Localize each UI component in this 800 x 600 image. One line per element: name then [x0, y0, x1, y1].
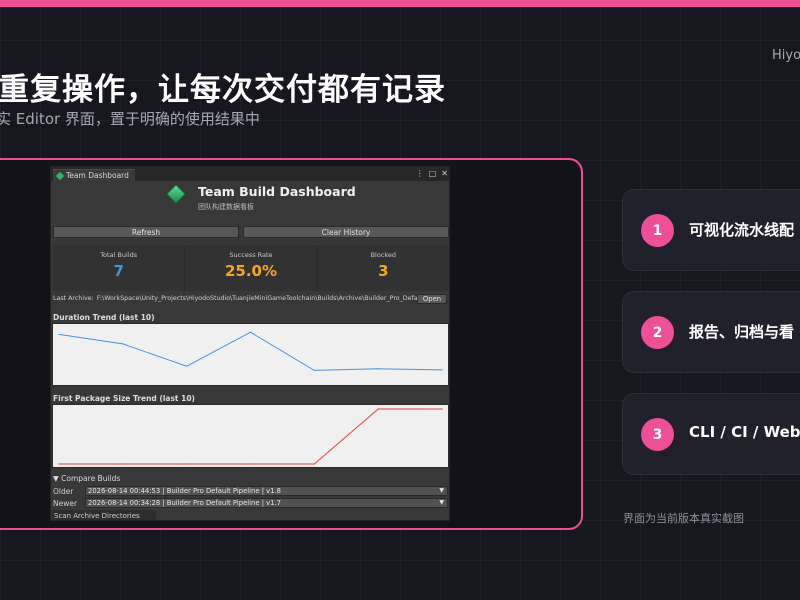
trend-point	[377, 368, 379, 370]
trend-point	[186, 463, 188, 465]
stat-blocked: Blocked 3	[318, 245, 449, 291]
stat-label: Success Rate	[229, 251, 273, 259]
feature-card-1: 1 可视化流水线配	[622, 189, 800, 271]
chevron-down-icon: ▼	[439, 487, 444, 494]
trend-point	[58, 463, 60, 465]
brand-label: Hiyo	[772, 48, 800, 63]
older-label: Older	[53, 487, 74, 496]
older-build-dropdown[interactable]: 2026-08-14 00:44:53 | Builder Pro Defaul…	[85, 486, 448, 496]
dashboard-logo-icon	[166, 184, 186, 204]
newer-build-dropdown[interactable]: 2026-08-14 00:34:28 | Builder Pro Defaul…	[85, 498, 448, 508]
stat-label: Total Builds	[100, 251, 138, 259]
stat-value: 7	[113, 262, 124, 280]
scan-archive-directories-button[interactable]: Scan Archive Directories	[52, 510, 156, 520]
card-number-badge: 1	[641, 214, 674, 247]
card-number-badge: 2	[641, 316, 674, 349]
newer-label: Newer	[53, 499, 78, 508]
trend-point	[249, 463, 252, 465]
card-number-badge: 3	[641, 418, 674, 451]
dashboard-title: Team Build Dashboard	[198, 184, 356, 199]
chevron-down-icon: ▼	[439, 499, 444, 506]
stat-success-rate: Success Rate 25.0%	[185, 245, 318, 291]
older-build-value: 2026-08-14 00:44:53 | Builder Pro Defaul…	[88, 487, 281, 495]
last-archive-row: Last Archive: F:\WorkSpace\Unity_Projects…	[53, 295, 445, 305]
card-text: CLI / CI / Web	[689, 423, 800, 441]
package-size-trend-title: First Package Size Trend (last 10)	[53, 394, 195, 403]
stats-panel: Total Builds 7 Success Rate 25.0% Blocke…	[53, 245, 449, 291]
archive-path: F:\WorkSpace\Unity_Projects\HiyodoStudio…	[96, 295, 422, 302]
trend-point	[313, 463, 315, 465]
trend-point	[58, 333, 60, 335]
newer-build-value: 2026-08-14 00:34:28 | Builder Pro Defaul…	[88, 499, 281, 507]
refresh-button[interactable]: Refresh	[53, 226, 239, 238]
maximize-icon[interactable]: □	[429, 169, 437, 178]
trend-point	[441, 369, 443, 371]
card-text: 可视化流水线配	[689, 221, 795, 239]
cube-icon	[55, 171, 65, 180]
compare-builds-foldout[interactable]: ▼ Compare Builds	[53, 474, 120, 483]
card-text: 报告、归档与看	[689, 323, 795, 341]
trend-line	[59, 408, 442, 465]
stat-value: 25.0%	[224, 262, 278, 280]
page-subtitle: 实 Editor 界面，置于明确的使用结果中	[0, 110, 260, 128]
window-controls: ⋮ □ ✕	[416, 169, 448, 178]
dashboard-subtitle: 团队构建数据看板	[198, 203, 254, 211]
compare-builds-label: Compare Builds	[61, 474, 121, 483]
trend-point	[249, 331, 252, 333]
stat-label: Blocked	[370, 251, 397, 259]
trend-point	[122, 463, 124, 465]
trend-point	[377, 408, 379, 410]
stat-value: 3	[378, 262, 389, 280]
trend-point	[313, 369, 315, 371]
feature-card-3: 3 CLI / CI / Web	[622, 393, 800, 475]
top-accent-bar	[0, 0, 800, 7]
clear-history-button[interactable]: Clear History	[243, 226, 449, 238]
trend-point	[441, 408, 443, 410]
page-headline: 重复操作，让每次交付都有记录	[0, 72, 446, 108]
package-size-trend-chart	[52, 404, 449, 468]
trend-point	[122, 343, 124, 345]
open-archive-button[interactable]: Open	[417, 294, 447, 304]
more-options-icon[interactable]: ⋮	[416, 169, 424, 178]
trend-point	[186, 365, 188, 367]
tab-label: Team Dashboard	[66, 171, 129, 180]
close-icon[interactable]: ✕	[441, 169, 448, 178]
feature-card-2: 2 报告、归档与看	[622, 291, 800, 373]
trend-line	[58, 331, 443, 371]
foldout-arrow-icon: ▼	[53, 474, 62, 483]
screenshot-caption: 界面为当前版本真实截图	[623, 512, 744, 525]
unity-editor-window: Team Dashboard ⋮ □ ✕ Team Build Dashboar…	[50, 166, 450, 521]
duration-trend-chart	[52, 323, 449, 386]
duration-trend-title: Duration Trend (last 10)	[53, 313, 155, 322]
archive-label: Last Archive:	[53, 295, 94, 302]
tab-team-dashboard[interactable]: Team Dashboard	[53, 169, 135, 181]
editor-tab-bar: Team Dashboard ⋮ □ ✕	[51, 167, 449, 181]
stat-total-builds: Total Builds 7	[53, 245, 186, 291]
